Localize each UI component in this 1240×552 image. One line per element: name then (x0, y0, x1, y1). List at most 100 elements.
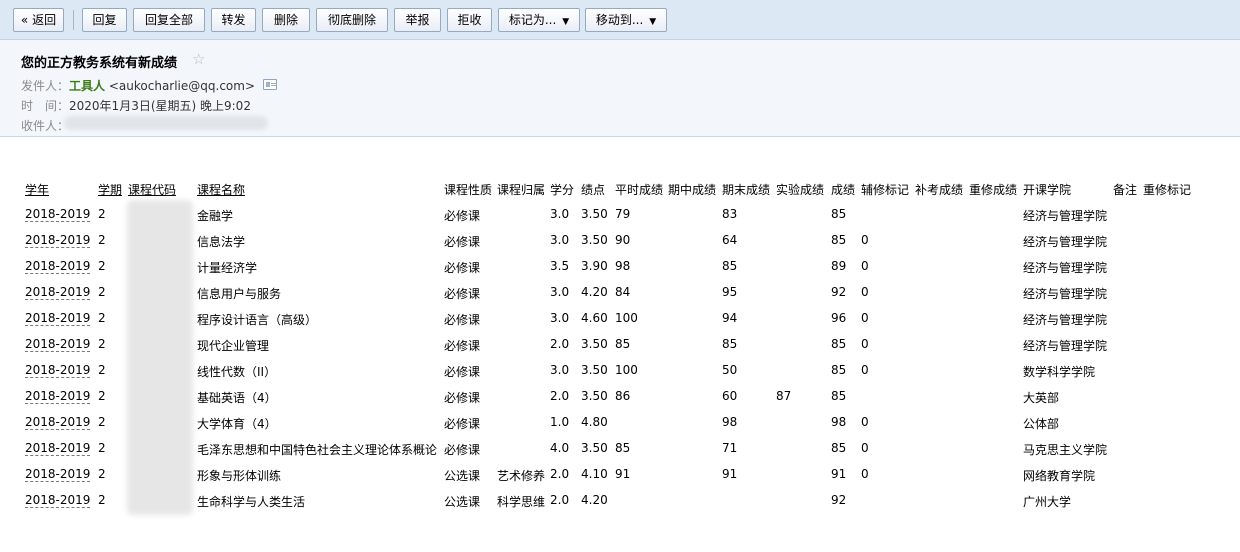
col-header-course-code[interactable]: 课程代码 (128, 181, 176, 198)
year-cell[interactable]: 2018-2019 (25, 363, 91, 378)
gpa-cell: 3.50 (581, 207, 608, 221)
score-cell: 91 (831, 467, 847, 481)
sender-name[interactable]: 工具人 (69, 79, 105, 93)
minor-mark-cell: 0 (861, 337, 869, 351)
course-name-cell: 现代企业管理 (197, 339, 270, 353)
final-score-cell: 85 (722, 259, 738, 273)
col-header-final: 期末成绩 (722, 183, 771, 197)
col-header-remark: 备注 (1113, 183, 1138, 197)
term-cell: 2 (98, 493, 106, 507)
recipient-row: 收件人： (21, 117, 69, 134)
mark-as-dropdown[interactable]: 标记为... ▼ (498, 8, 580, 32)
year-cell[interactable]: 2018-2019 (25, 493, 91, 508)
col-header-nature: 课程性质 (444, 183, 493, 197)
year-cell[interactable]: 2018-2019 (25, 467, 91, 482)
sender-row: 发件人：工具人 <aukocharlie@qq.com> (21, 77, 255, 94)
minor-mark-cell: 0 (861, 259, 869, 273)
minor-mark-cell: 0 (861, 467, 869, 481)
col-header-term[interactable]: 学期 (98, 181, 122, 198)
nature-cell: 必修课 (444, 287, 481, 301)
credit-cell: 2.0 (550, 493, 570, 507)
course-name-cell: 线性代数（II） (197, 365, 277, 379)
usual-score-cell: 86 (615, 389, 631, 403)
credit-cell: 2.0 (550, 337, 570, 351)
credit-cell: 3.0 (550, 311, 570, 325)
time-label: 时 间： (21, 99, 70, 113)
credit-cell: 3.0 (550, 207, 570, 221)
report-button[interactable]: 举报 (394, 8, 441, 32)
score-cell: 96 (831, 311, 847, 325)
term-cell: 2 (98, 467, 106, 481)
reply-button[interactable]: 回复 (82, 8, 127, 32)
minor-mark-cell: 0 (861, 311, 869, 325)
credit-cell: 1.0 (550, 415, 570, 429)
usual-score-cell: 98 (615, 259, 631, 273)
contact-card-icon[interactable] (263, 79, 277, 90)
to-label: 收件人： (21, 119, 70, 133)
year-cell[interactable]: 2018-2019 (25, 207, 91, 222)
delete-permanently-button[interactable]: 彻底删除 (316, 8, 388, 32)
college-cell: 经济与管理学院 (1023, 261, 1108, 275)
final-score-cell: 85 (722, 337, 738, 351)
gpa-cell: 3.50 (581, 441, 608, 455)
course-name-cell: 计量经济学 (197, 261, 258, 275)
star-icon[interactable]: ☆ (192, 50, 205, 68)
term-cell: 2 (98, 441, 106, 455)
col-header-retake-mark: 重修标记 (1143, 183, 1192, 197)
minor-mark-cell: 0 (861, 285, 869, 299)
term-cell: 2 (98, 311, 106, 325)
minor-mark-cell: 0 (861, 415, 869, 429)
reply-all-button[interactable]: 回复全部 (133, 8, 205, 32)
gpa-cell: 4.60 (581, 311, 608, 325)
usual-score-cell: 100 (615, 363, 638, 377)
final-score-cell: 50 (722, 363, 738, 377)
year-cell[interactable]: 2018-2019 (25, 415, 91, 430)
final-score-cell: 71 (722, 441, 738, 455)
term-cell: 2 (98, 389, 106, 403)
sender-email[interactable]: <aukocharlie@qq.com> (109, 79, 255, 93)
col-header-course-name[interactable]: 课程名称 (197, 181, 245, 198)
back-button[interactable]: « 返回 (13, 8, 64, 32)
nature-cell: 必修课 (444, 417, 481, 431)
delete-button[interactable]: 删除 (262, 8, 310, 32)
reject-button[interactable]: 拒收 (447, 8, 492, 32)
year-cell[interactable]: 2018-2019 (25, 259, 91, 274)
score-cell: 92 (831, 493, 847, 507)
year-cell[interactable]: 2018-2019 (25, 311, 91, 326)
col-header-year[interactable]: 学年 (25, 181, 49, 198)
col-header-retake: 重修成绩 (969, 183, 1018, 197)
col-header-score: 成绩 (831, 183, 856, 197)
year-cell[interactable]: 2018-2019 (25, 441, 91, 456)
nature-cell: 必修课 (444, 365, 481, 379)
course-code-redacted (127, 200, 193, 515)
move-to-dropdown[interactable]: 移动到... ▼ (585, 8, 667, 32)
final-score-cell: 94 (722, 311, 738, 325)
year-cell[interactable]: 2018-2019 (25, 233, 91, 248)
college-cell: 经济与管理学院 (1023, 313, 1108, 327)
course-name-cell: 生命科学与人类生活 (197, 495, 306, 509)
forward-button[interactable]: 转发 (211, 8, 256, 32)
college-cell: 经济与管理学院 (1023, 287, 1108, 301)
term-cell: 2 (98, 285, 106, 299)
term-cell: 2 (98, 337, 106, 351)
year-cell[interactable]: 2018-2019 (25, 337, 91, 352)
term-cell: 2 (98, 259, 106, 273)
move-to-label: 移动到... (595, 13, 644, 27)
gpa-cell: 4.20 (581, 285, 608, 299)
email-subject: 您的正方教务系统有新成绩 (21, 56, 178, 71)
nature-cell: 必修课 (444, 313, 481, 327)
credit-cell: 2.0 (550, 389, 570, 403)
toolbar-divider (73, 10, 74, 30)
col-header-lab: 实验成绩 (776, 183, 825, 197)
year-cell[interactable]: 2018-2019 (25, 285, 91, 300)
usual-score-cell: 84 (615, 285, 631, 299)
col-header-college: 开课学院 (1023, 183, 1072, 197)
credit-cell: 3.0 (550, 285, 570, 299)
course-name-cell: 毛泽东思想和中国特色社会主义理论体系概论 (197, 443, 438, 457)
nature-cell: 公选课 (444, 469, 481, 483)
nature-cell: 必修课 (444, 339, 481, 353)
year-cell[interactable]: 2018-2019 (25, 389, 91, 404)
col-header-makeup: 补考成绩 (915, 183, 964, 197)
course-name-cell: 大学体育（4） (197, 417, 277, 431)
col-header-belong: 课程归属 (497, 183, 546, 197)
